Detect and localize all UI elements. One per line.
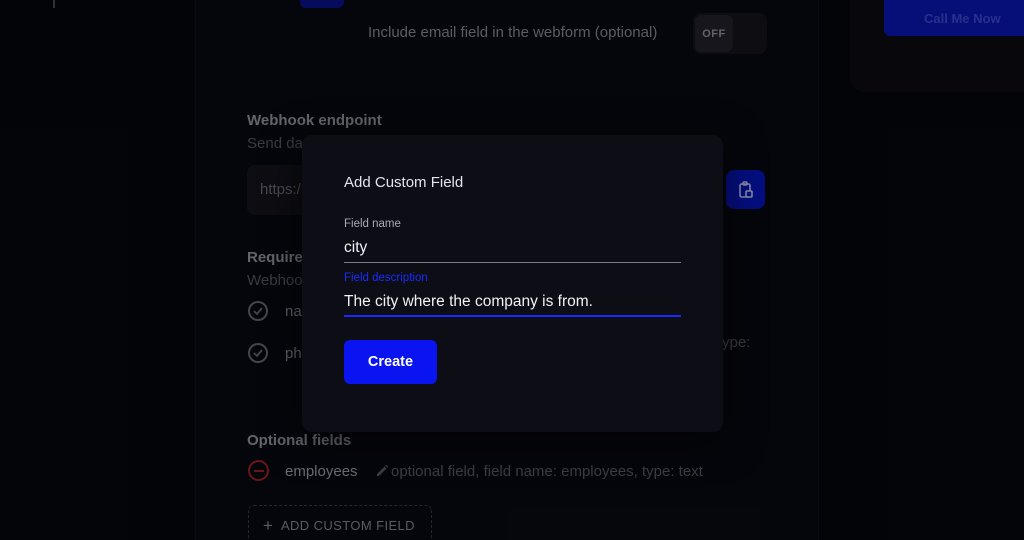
field-name-input[interactable] xyxy=(344,233,681,263)
add-custom-field-dialog: Add Custom Field Field name Field descri… xyxy=(302,135,723,432)
field-description-underline xyxy=(344,315,681,317)
field-name-underline xyxy=(344,262,681,263)
field-name-label: Field name xyxy=(344,218,401,230)
create-button[interactable]: Create xyxy=(344,340,437,384)
dialog-title: Add Custom Field xyxy=(344,174,464,191)
field-description-input[interactable] xyxy=(344,287,681,317)
field-description-label: Field description xyxy=(344,272,428,284)
page: Include email field in the webform (opti… xyxy=(0,0,1024,540)
